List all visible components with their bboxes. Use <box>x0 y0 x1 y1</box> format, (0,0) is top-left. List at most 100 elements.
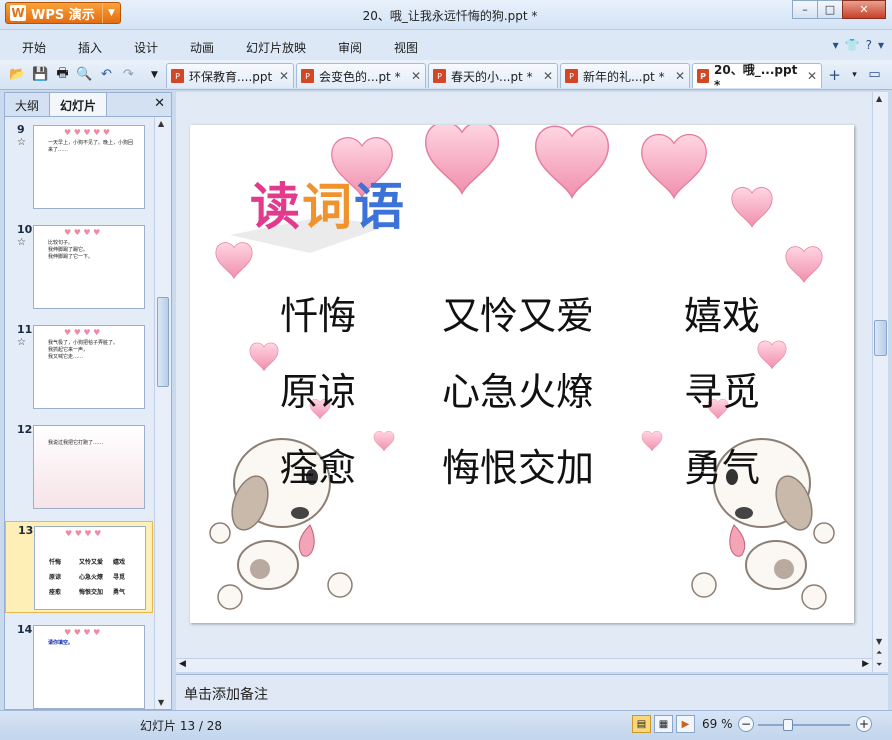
slide-thumbnail-11[interactable]: 11 ☆ ♥ ♥ ♥ ♥ 我气极了，小狗把毯子弄脏了。 我抓起它来一声， 我又喊… <box>5 321 153 413</box>
save-icon[interactable]: 💾 <box>32 66 49 83</box>
menu-item-insert[interactable]: 插入 <box>78 39 102 56</box>
close-icon[interactable]: ✕ <box>537 69 553 83</box>
scroll-right-icon[interactable]: ▶ <box>862 659 869 669</box>
ppt-file-icon: P <box>565 69 578 83</box>
scrollbar-thumb[interactable] <box>157 297 169 387</box>
vocab-word[interactable]: 又怜又爱 <box>442 285 594 340</box>
ppt-file-icon: P <box>433 69 446 83</box>
document-tab-bar: 📂 💾 🖶 🔍 ↶ ↷ ▼ P 环保教育....ppt ✕ P 会变色的...p… <box>0 60 892 92</box>
tab-outline[interactable]: 大纲 <box>5 93 49 116</box>
chevron-down-icon[interactable]: ▾ <box>833 38 839 52</box>
zoom-in-button[interactable]: + <box>856 716 872 732</box>
close-button[interactable]: ✕ <box>842 0 886 19</box>
doc-tab-3[interactable]: P 春天的小...pt * ✕ <box>428 63 558 88</box>
current-slide[interactable]: 读词语 忏悔 又怜又爱 嬉戏 原谅 心急火燎 寻觅 痊愈 悔恨交加 勇气 <box>190 125 854 623</box>
zoom-slider[interactable] <box>758 719 850 731</box>
help-icon[interactable]: ? <box>866 38 872 52</box>
heart-icon <box>373 430 395 452</box>
menu-item-review[interactable]: 审阅 <box>338 39 362 56</box>
heart-icon <box>640 133 708 199</box>
maximize-button[interactable]: □ <box>817 0 843 19</box>
ppt-file-icon: P <box>697 69 710 83</box>
animation-star-icon: ☆ <box>17 337 26 348</box>
doc-tab-5-active[interactable]: P 20、哦_...ppt * ✕ <box>692 63 822 92</box>
heart-icon <box>641 430 663 452</box>
menu-item-slideshow[interactable]: 幻灯片放映 <box>246 39 306 56</box>
doc-tab-2[interactable]: P 会变色的...pt * ✕ <box>296 63 426 88</box>
doc-tab-1[interactable]: P 环保教育....ppt ✕ <box>166 63 294 88</box>
open-folder-icon[interactable]: 📂 <box>9 66 26 83</box>
chevron-down-icon: ▼ <box>102 3 120 23</box>
slide-thumbnail-14[interactable]: 14 ♥ ♥ ♥ ♥ 请你填空。 <box>5 621 153 709</box>
menu-item-view[interactable]: 视图 <box>394 39 418 56</box>
slide-thumbnail-13[interactable]: 13 ♥ ♥ ♥ ♥ 忏悔 又怜又爱 嬉戏 原谅 心急火燎 寻觅 痊愈 悔恨交加… <box>5 521 153 613</box>
heart-icon <box>534 125 610 199</box>
tab-slides[interactable]: 幻灯片 <box>49 93 108 116</box>
chevron-down-icon[interactable]: ▾ <box>846 66 863 83</box>
thumbnail-scrollbar[interactable]: ▲ ▼ <box>154 117 171 709</box>
title-char: 语 <box>354 177 406 236</box>
wps-logo-icon: W <box>10 5 26 21</box>
slideshow-view-icon[interactable]: ▶ <box>676 715 695 733</box>
wps-app-menu-button[interactable]: W WPS 演示 ▼ <box>5 2 121 24</box>
status-bar: 幻灯片 13 / 28 ▤ ▦ ▶ 69 % − + <box>0 710 892 740</box>
vocab-word[interactable]: 嬉戏 <box>684 285 760 340</box>
slide-thumbnail-10[interactable]: 10 ☆ ♥ ♥ ♥ ♥ 比较句子。 我伸脚踢了踢它。 我伸脚踢了它一下。 <box>5 221 153 313</box>
print-preview-icon[interactable]: 🔍 <box>76 66 93 83</box>
vocab-word[interactable]: 忏悔 <box>280 285 356 340</box>
chevron-down-icon[interactable]: ▾ <box>878 38 884 52</box>
menu-item-home[interactable]: 开始 <box>22 39 46 56</box>
undo-icon[interactable]: ↶ <box>98 66 115 83</box>
vocab-word[interactable]: 心急火燎 <box>442 361 594 416</box>
title-char: 读 <box>250 177 302 236</box>
doc-tab-label: 会变色的...pt * <box>319 69 401 84</box>
previous-slide-icon[interactable]: ⏶ <box>876 648 882 658</box>
vocab-word[interactable]: 勇气 <box>684 437 760 492</box>
next-slide-icon[interactable]: ⏷ <box>876 660 882 670</box>
zoom-slider-knob[interactable] <box>783 719 794 731</box>
shirt-icon[interactable]: 👕 <box>845 38 860 52</box>
menu-item-design[interactable]: 设计 <box>134 39 158 56</box>
scrollbar-thumb[interactable] <box>874 320 887 356</box>
app-name: WPS 演示 <box>31 7 95 23</box>
slide-thumbnail-12[interactable]: 12 我说过我把它打跑了…… <box>5 421 153 513</box>
vocab-word[interactable]: 原谅 <box>280 361 356 416</box>
zoom-out-button[interactable]: − <box>738 716 754 732</box>
title-bar: W WPS 演示 ▼ 20、哦_让我永远忏悔的狗.ppt * – □ ✕ <box>0 0 892 30</box>
notes-placeholder: 单击添加备注 <box>184 687 268 703</box>
slide-thumbnail-panel: 大纲 幻灯片 ✕ 9 ☆ ♥ ♥ ♥ ♥ ♥ 一天早上，小狗不见了。晚上，小狗回… <box>4 92 172 710</box>
slide-sorter-view-icon[interactable]: ▦ <box>654 715 673 733</box>
minimize-button[interactable]: – <box>792 0 818 19</box>
print-icon[interactable]: 🖶 <box>54 66 71 83</box>
slide-title[interactable]: 读词语 <box>250 167 406 239</box>
notes-pane[interactable]: 单击添加备注 <box>176 674 888 710</box>
heart-icon <box>731 186 773 228</box>
close-icon[interactable]: ✕ <box>273 69 289 83</box>
title-char: 词 <box>302 177 354 236</box>
vocab-word[interactable]: 寻觅 <box>684 361 760 416</box>
close-icon[interactable]: ✕ <box>148 93 171 116</box>
slide-vertical-scrollbar[interactable]: ▲ ▼ ⏶ ⏷ <box>872 92 888 672</box>
heart-icon <box>424 125 500 195</box>
close-icon[interactable]: ✕ <box>405 69 421 83</box>
scroll-up-icon[interactable]: ▲ <box>158 119 164 128</box>
scroll-left-icon[interactable]: ◀ <box>179 659 186 669</box>
scroll-up-icon[interactable]: ▲ <box>876 94 882 103</box>
heart-icon: ♥ ♥ ♥ ♥ <box>64 228 101 237</box>
redo-icon[interactable]: ↷ <box>120 66 137 83</box>
menu-item-animation[interactable]: 动画 <box>190 39 214 56</box>
ppt-file-icon: P <box>171 69 184 83</box>
slide-horizontal-scrollbar[interactable]: ◀ ▶ <box>176 658 872 672</box>
scroll-down-icon[interactable]: ▼ <box>158 698 164 707</box>
vocab-word[interactable]: 悔恨交加 <box>442 437 594 492</box>
close-icon[interactable]: ✕ <box>669 69 685 83</box>
doc-tab-4[interactable]: P 新年的礼...pt * ✕ <box>560 63 690 88</box>
scroll-down-icon[interactable]: ▼ <box>876 637 882 646</box>
slide-thumbnail-9[interactable]: 9 ☆ ♥ ♥ ♥ ♥ ♥ 一天早上，小狗不见了。晚上，小狗回来了…… <box>5 121 153 213</box>
normal-view-icon[interactable]: ▤ <box>632 715 651 733</box>
close-icon[interactable]: ✕ <box>801 69 817 83</box>
new-tab-icon[interactable]: + <box>826 66 843 84</box>
vocab-word[interactable]: 痊愈 <box>280 437 356 492</box>
chevron-down-icon[interactable]: ▼ <box>146 66 163 83</box>
window-layout-icon[interactable]: ▭ <box>866 66 883 83</box>
